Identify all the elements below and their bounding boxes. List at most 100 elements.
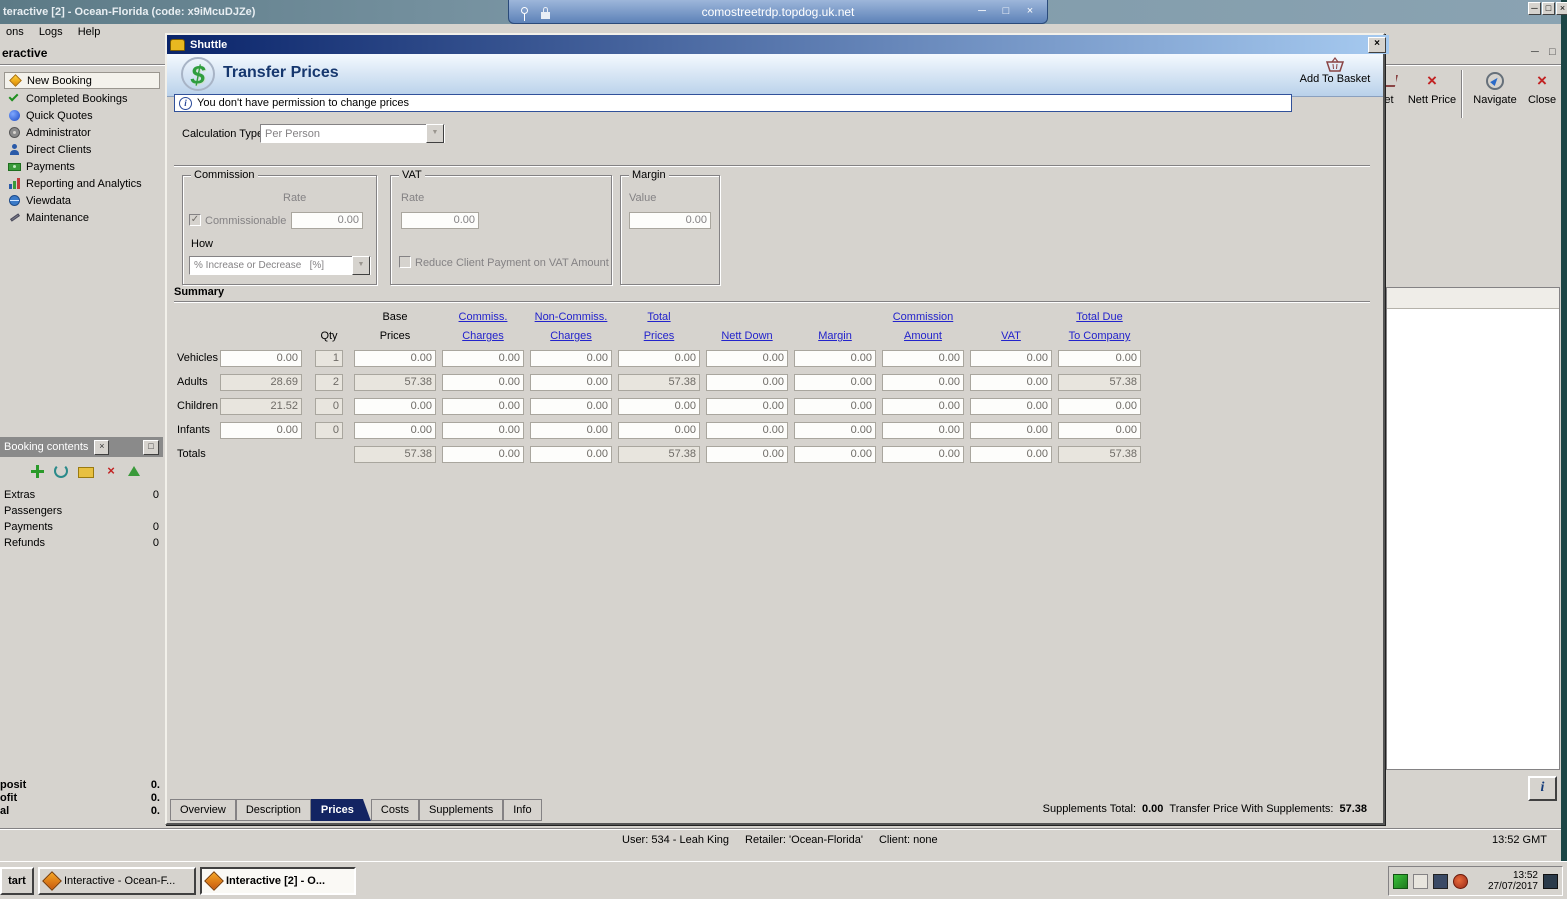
sidebar-item-payments[interactable]: Payments [4,158,160,175]
tray-icon[interactable] [1413,873,1428,889]
vehicles-nett-down-field[interactable]: 0.00 [706,350,788,367]
vehicles-total-field[interactable]: 0.00 [618,350,700,367]
header-nett-down-link[interactable]: Nett Down [706,330,788,343]
menu-options[interactable]: ons [0,24,30,40]
adults-vat-field[interactable]: 0.00 [970,374,1052,391]
infants-base-field[interactable]: 0.00 [354,422,436,439]
header-margin-link[interactable]: Margin [794,330,876,343]
up-arrow-icon[interactable] [128,466,140,476]
infants-qty-field[interactable]: 0 [315,422,343,439]
adults-unit-field[interactable]: 28.69 [220,374,302,391]
sidebar-item-reporting[interactable]: Reporting and Analytics [4,175,160,192]
tab-info[interactable]: Info [503,799,542,821]
header-commiss-charges-link[interactable]: Charges [442,330,524,343]
header-vat-link[interactable]: VAT [970,330,1052,343]
tray-icon[interactable] [1453,873,1468,889]
header-commission-amount-link[interactable]: Amount [882,330,964,343]
vehicles-vat-field[interactable]: 0.00 [970,350,1052,367]
children-qty-field[interactable]: 0 [315,398,343,415]
pane-maximize-icon[interactable]: □ [1549,46,1556,58]
tab-overview[interactable]: Overview [170,799,236,821]
infants-commission-amount-field[interactable]: 0.00 [882,422,964,439]
infants-unit-field[interactable]: 0.00 [220,422,302,439]
vehicles-qty-field[interactable]: 1 [315,350,343,367]
taskbar-item-interactive-1[interactable]: Interactive - Ocean-F... [38,867,196,895]
adults-commission-amount-field[interactable]: 0.00 [882,374,964,391]
adults-total-due-field[interactable]: 57.38 [1058,374,1141,391]
pane-minimize-icon[interactable]: ─ [1531,46,1539,58]
infants-nett-down-field[interactable]: 0.00 [706,422,788,439]
infants-total-field[interactable]: 0.00 [618,422,700,439]
header-commission-link[interactable]: Commission [882,311,964,324]
children-vat-field[interactable]: 0.00 [970,398,1052,415]
infants-total-due-field[interactable]: 0.00 [1058,422,1141,439]
header-total-due-link[interactable]: Total Due [1058,311,1141,324]
vehicles-total-due-field[interactable]: 0.00 [1058,350,1141,367]
children-total-field[interactable]: 0.00 [618,398,700,415]
vehicles-base-field[interactable]: 0.00 [354,350,436,367]
navigate-button[interactable]: Navigate [1466,68,1524,120]
adults-base-field[interactable]: 57.38 [354,374,436,391]
menu-logs[interactable]: Logs [33,24,69,40]
sidebar-item-new-booking[interactable]: New Booking [4,72,160,89]
start-button[interactable]: tart [0,867,34,895]
vehicles-commiss-field[interactable]: 0.00 [442,350,524,367]
tab-costs[interactable]: Costs [370,799,420,821]
adults-total-field[interactable]: 57.38 [618,374,700,391]
outer-restore-button[interactable]: □ [1542,2,1555,15]
children-margin-field[interactable]: 0.00 [794,398,876,415]
infants-non-commiss-field[interactable]: 0.00 [530,422,612,439]
menu-help[interactable]: Help [72,24,107,40]
close-toolbar-button[interactable]: × Close [1524,68,1560,120]
tab-prices[interactable]: Prices [311,799,371,821]
header-total-prices-link[interactable]: Prices [618,330,700,343]
children-non-commiss-field[interactable]: 0.00 [530,398,612,415]
monitor-icon[interactable] [1543,873,1558,889]
sidebar-item-completed-bookings[interactable]: Completed Bookings [4,90,160,107]
header-total-link[interactable]: Total [618,311,700,324]
taskbar-item-interactive-2[interactable]: Interactive [2] - O... [200,867,356,895]
children-commiss-field[interactable]: 0.00 [442,398,524,415]
add-to-basket-button[interactable]: Add To Basket [1297,57,1373,97]
sidebar-item-administrator[interactable]: Administrator [4,124,160,141]
tray-icon[interactable] [1433,873,1448,889]
header-non-commiss-charges-link[interactable]: Charges [530,330,612,343]
rdp-minimize-button[interactable]: ─ [973,0,991,22]
vehicles-margin-field[interactable]: 0.00 [794,350,876,367]
children-nett-down-field[interactable]: 0.00 [706,398,788,415]
sidebar-item-quick-quotes[interactable]: Quick Quotes [4,107,160,124]
delete-icon[interactable]: × [104,464,118,478]
booking-row-payments[interactable]: Payments 0 [0,521,163,537]
vehicles-unit-field[interactable]: 0.00 [220,350,302,367]
add-icon[interactable] [30,464,44,478]
sidebar-item-viewdata[interactable]: Viewdata [4,192,160,209]
sidebar-item-direct-clients[interactable]: Direct Clients [4,141,160,158]
tab-supplements[interactable]: Supplements [419,799,504,821]
dialog-titlebar[interactable]: Shuttle × [167,35,1389,54]
money-icon[interactable] [78,466,94,478]
tab-description[interactable]: Description [235,799,311,821]
vehicles-commission-amount-field[interactable]: 0.00 [882,350,964,367]
adults-nett-down-field[interactable]: 0.00 [706,374,788,391]
dialog-close-button[interactable]: × [1368,36,1386,53]
sidebar-item-maintenance[interactable]: Maintenance [4,209,160,226]
adults-qty-field[interactable]: 2 [315,374,343,391]
infants-commiss-field[interactable]: 0.00 [442,422,524,439]
children-total-due-field[interactable]: 0.00 [1058,398,1141,415]
header-to-company-link[interactable]: To Company [1058,330,1141,343]
rdp-close-button[interactable]: × [1021,0,1039,22]
info-button[interactable]: i [1528,776,1557,801]
children-unit-field[interactable]: 21.52 [220,398,302,415]
header-commiss-link[interactable]: Commiss. [442,311,524,324]
outer-close-button[interactable]: × [1556,2,1567,15]
adults-commiss-field[interactable]: 0.00 [442,374,524,391]
taskbar-clock[interactable]: 13:52 27/07/2017 [1488,870,1538,892]
tray-icon[interactable] [1393,873,1408,889]
rdp-restore-button[interactable]: □ [997,0,1015,22]
children-base-field[interactable]: 0.00 [354,398,436,415]
booking-row-extras[interactable]: Extras 0 [0,489,163,505]
infants-margin-field[interactable]: 0.00 [794,422,876,439]
booking-row-passengers[interactable]: Passengers [0,505,163,521]
infants-vat-field[interactable]: 0.00 [970,422,1052,439]
vehicles-non-commiss-field[interactable]: 0.00 [530,350,612,367]
